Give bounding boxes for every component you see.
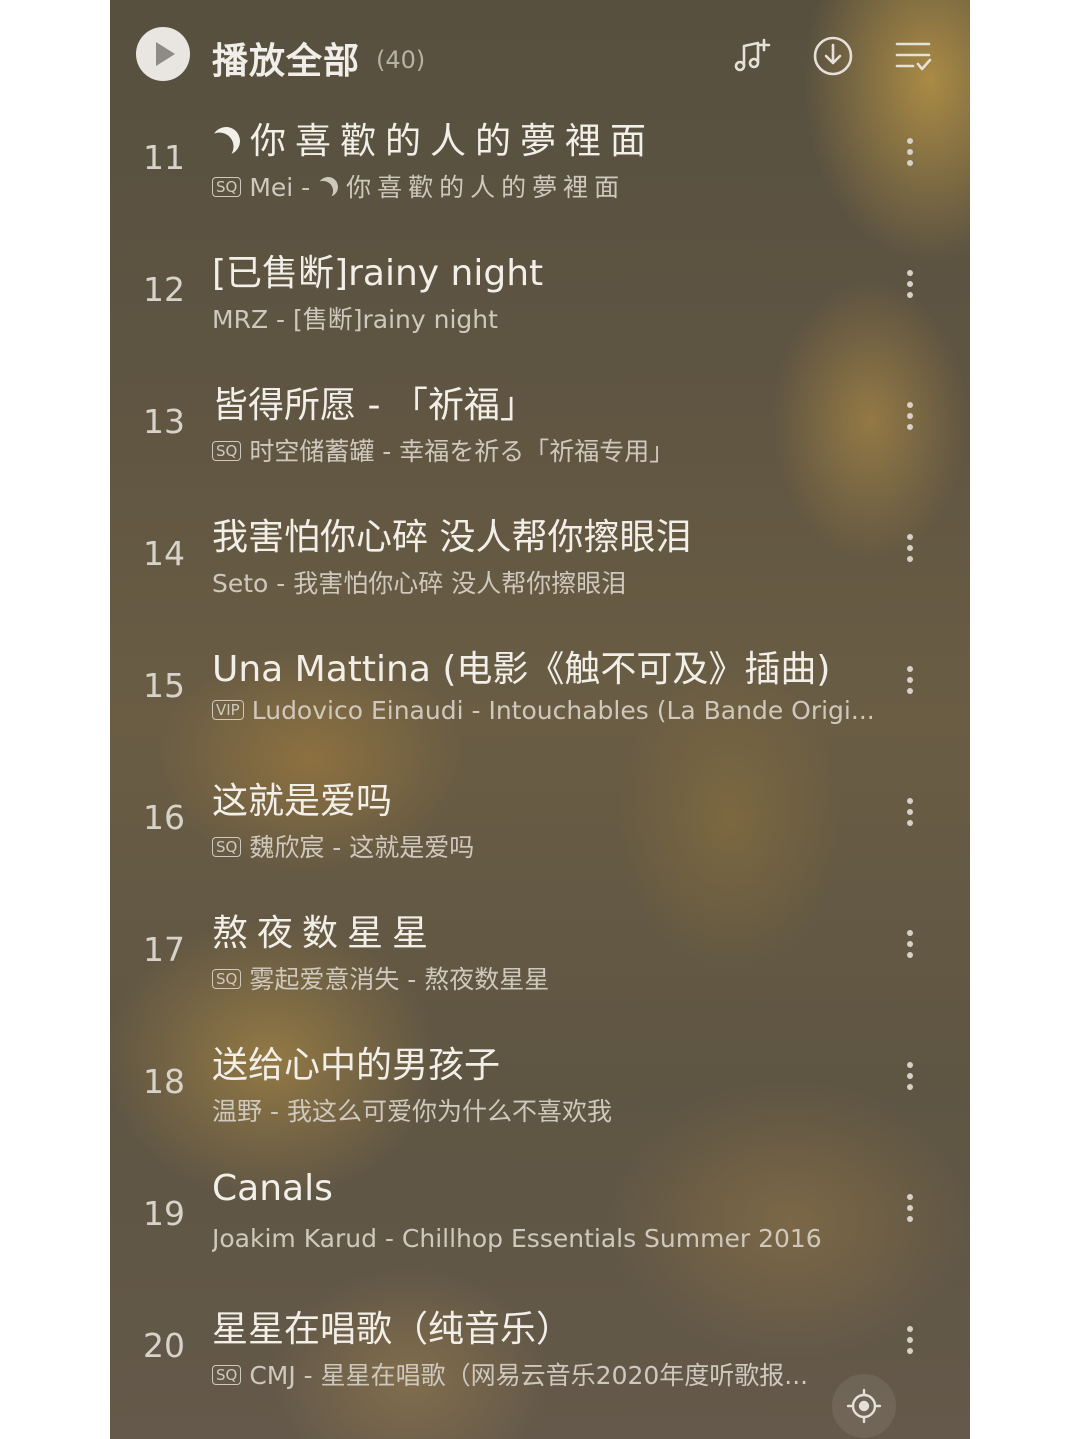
song-subtitle: SQ 魏欣宸 - 这就是爱吗 — [212, 828, 884, 864]
song-row[interactable]: 17 熬夜数星星 SQ 雾起爱意消失 - 熬夜数星星 — [110, 904, 970, 1036]
song-count: (40) — [376, 46, 426, 74]
song-album: 星星在唱歌（网易云音乐2020年度听歌报... — [320, 1361, 809, 1390]
song-title: 我害怕你心碎 没人帮你擦眼泪 — [212, 517, 692, 558]
song-album: 幸福を祈る「祈福专用」 — [399, 437, 675, 466]
song-row[interactable]: 11 你喜歡的人的夢裡面 SQ Mei - 你喜歡的人的夢裡面 — [110, 112, 970, 244]
song-index: 20 — [143, 1326, 185, 1365]
song-album: Chillhop Essentials Summer 2016 — [401, 1224, 822, 1253]
moon-icon — [315, 174, 341, 200]
song-title: Canals — [212, 1168, 333, 1209]
song-subtitle: SQ 雾起爱意消失 - 熬夜数星星 — [212, 960, 884, 996]
song-artist: Joakim Karud — [212, 1224, 377, 1253]
more-options-button[interactable] — [898, 794, 922, 840]
song-row[interactable]: 19 Canals Joakim Karud - Chillhop Essent… — [110, 1168, 970, 1300]
more-options-button[interactable] — [898, 134, 922, 180]
song-artist: Ludovico Einaudi — [251, 696, 464, 725]
song-row[interactable]: 15 Una Mattina (电影《触不可及》插曲) VIP Ludovico … — [110, 640, 970, 772]
song-row[interactable]: 13 皆得所愿 - 「祈福」 SQ 时空储蓄罐 - 幸福を祈る「祈福专用」 — [110, 376, 970, 508]
more-options-button[interactable] — [898, 266, 922, 312]
locate-icon — [846, 1388, 882, 1424]
song-index: 11 — [143, 138, 185, 177]
song-album: 这就是爱吗 — [349, 833, 475, 862]
song-row[interactable]: 16 这就是爱吗 SQ 魏欣宸 - 这就是爱吗 — [110, 772, 970, 904]
song-subtitle: SQ 时空储蓄罐 - 幸福を祈る「祈福专用」 — [212, 432, 884, 468]
song-album: Intouchables (La Bande Origi... — [488, 696, 875, 725]
song-row[interactable]: 12 [已售断]rainy night MRZ - [售断]rainy nigh… — [110, 244, 970, 376]
song-index: 15 — [143, 666, 185, 705]
play-all-button[interactable] — [136, 27, 190, 81]
song-title: 星星在唱歌（纯音乐） — [212, 1309, 573, 1350]
quality-badge: SQ — [212, 837, 242, 857]
multi-select-icon[interactable] — [891, 34, 935, 78]
song-artist: Seto — [212, 569, 269, 598]
song-index: 19 — [143, 1194, 185, 1233]
more-options-button[interactable] — [898, 1190, 922, 1236]
playlist-header: 播放全部 (40) — [110, 0, 970, 110]
song-subtitle: Seto - 我害怕你心碎 没人帮你擦眼泪 — [212, 569, 627, 598]
quality-badge: SQ — [212, 177, 242, 197]
song-artist: 时空储蓄罐 — [249, 437, 375, 466]
song-artist: Mei — [249, 173, 294, 202]
add-music-icon[interactable] — [730, 34, 774, 78]
song-artist: MRZ — [212, 305, 269, 334]
song-index: 16 — [143, 798, 185, 837]
song-title: Una Mattina (电影《触不可及》插曲) — [212, 649, 831, 690]
song-title: 皆得所愿 - 「祈福」 — [212, 385, 536, 426]
song-artist: 魏欣宸 — [249, 833, 325, 862]
song-index: 18 — [143, 1062, 185, 1101]
song-album: 你喜歡的人的夢裡面 — [346, 173, 626, 202]
download-icon[interactable] — [811, 34, 855, 78]
play-all-label[interactable]: 播放全部 — [212, 32, 360, 84]
more-options-button[interactable] — [898, 398, 922, 444]
song-album: [售断]rainy night — [293, 305, 498, 334]
song-title: 这就是爱吗 — [212, 781, 393, 822]
song-artist: 雾起爱意消失 — [249, 965, 400, 994]
playlist-screen: 播放全部 (40) 11 你喜歡的人的夢裡面 SQ Mei - 你喜歡的人的夢裡… — [110, 0, 970, 1439]
song-album: 我害怕你心碎 没人帮你擦眼泪 — [293, 569, 627, 598]
quality-badge: SQ — [212, 969, 242, 989]
more-options-button[interactable] — [898, 662, 922, 708]
song-title: 你喜歡的人的夢裡面 — [212, 112, 892, 164]
vip-badge: VIP — [212, 700, 244, 720]
more-options-button[interactable] — [898, 530, 922, 576]
more-options-button[interactable] — [898, 1322, 922, 1368]
song-title: [已售断]rainy night — [212, 253, 544, 294]
song-subtitle: VIP Ludovico Einaudi - Intouchables (La B… — [212, 696, 884, 725]
song-subtitle: 温野 - 我这么可爱你为什么不喜欢我 — [212, 1097, 612, 1126]
moon-icon — [212, 123, 244, 159]
song-subtitle: SQ CMJ - 星星在唱歌（网易云音乐2020年度听歌报... — [212, 1356, 884, 1392]
song-title: 熬夜数星星 — [212, 913, 438, 954]
song-artist: CMJ — [249, 1361, 296, 1390]
song-row[interactable]: 14 我害怕你心碎 没人帮你擦眼泪 Seto - 我害怕你心碎 没人帮你擦眼泪 — [110, 508, 970, 640]
song-subtitle: Joakim Karud - Chillhop Essentials Summe… — [212, 1224, 822, 1253]
song-index: 12 — [143, 270, 185, 309]
song-album: 熬夜数星星 — [424, 965, 550, 994]
more-options-button[interactable] — [898, 1058, 922, 1104]
song-row[interactable]: 18 送给心中的男孩子 温野 - 我这么可爱你为什么不喜欢我 — [110, 1036, 970, 1168]
song-album: 我这么可爱你为什么不喜欢我 — [286, 1097, 612, 1126]
song-title: 送给心中的男孩子 — [212, 1045, 501, 1086]
more-options-button[interactable] — [898, 926, 922, 972]
song-artist: 温野 — [212, 1097, 263, 1126]
song-index: 13 — [143, 402, 185, 441]
quality-badge: SQ — [212, 1365, 242, 1385]
song-index: 14 — [143, 534, 185, 573]
song-subtitle: MRZ - [售断]rainy night — [212, 305, 498, 334]
song-subtitle: SQ Mei - 你喜歡的人的夢裡面 — [212, 168, 884, 204]
locate-current-song-button[interactable] — [832, 1374, 896, 1438]
quality-badge: SQ — [212, 441, 242, 461]
song-index: 17 — [143, 930, 185, 969]
play-icon — [156, 42, 175, 66]
